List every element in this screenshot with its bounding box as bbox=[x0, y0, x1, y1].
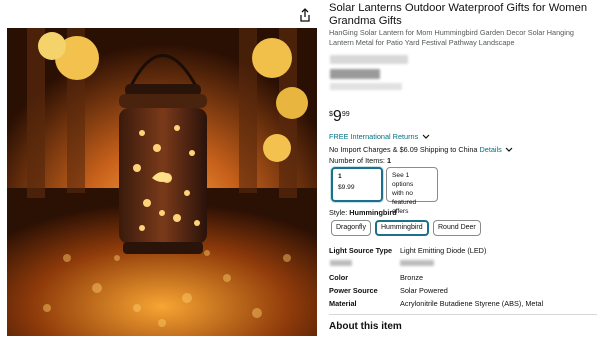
spec-value: Light Emitting Diode (LED) bbox=[400, 246, 487, 255]
quantity-option-price: $9.99 bbox=[338, 184, 355, 191]
details-link[interactable]: Details bbox=[480, 145, 502, 154]
import-text: No Import Charges & $6.09 Shipping to Ch… bbox=[329, 145, 478, 154]
redacted-block bbox=[400, 260, 434, 266]
spec-key: Color bbox=[329, 273, 349, 282]
product-image[interactable] bbox=[7, 28, 317, 336]
share-icon[interactable] bbox=[298, 8, 312, 22]
quantity-alt-line1: See 1 options bbox=[392, 172, 414, 188]
style-option-round-deer[interactable]: Round Deer bbox=[433, 220, 481, 236]
quantity-option-count: 1 bbox=[338, 173, 342, 180]
price-whole: 9 bbox=[332, 108, 342, 125]
spec-value: Acrylonitrile Butadiene Styrene (ABS), M… bbox=[400, 299, 544, 308]
spec-key: Power Source bbox=[329, 286, 378, 295]
style-option-hummingbird[interactable]: Hummingbird bbox=[375, 220, 429, 236]
style-selected: Hummingbird bbox=[349, 208, 397, 217]
quantity-alt-line3: featured offers bbox=[392, 199, 417, 215]
quantity-option-alt[interactable]: See 1 options with no featured offers bbox=[386, 167, 438, 215]
spec-key: Material bbox=[329, 299, 357, 308]
quantity-alt-line2: with no bbox=[392, 190, 413, 197]
lantern-illustration bbox=[7, 28, 317, 336]
redacted-block bbox=[330, 55, 408, 64]
style-label: Style: bbox=[329, 208, 348, 217]
chevron-down-icon[interactable] bbox=[505, 147, 513, 153]
spec-key: Light Source Type bbox=[329, 246, 393, 255]
returns-label: FREE International Returns bbox=[329, 132, 419, 141]
quantity-option-selected[interactable]: 1 $9.99 bbox=[331, 167, 383, 202]
about-heading: About this item bbox=[329, 321, 402, 332]
style-option-dragonfly[interactable]: Dragonfly bbox=[331, 220, 371, 236]
quantity-label: Number of Items: bbox=[329, 156, 385, 165]
spec-value: Solar Powered bbox=[400, 286, 448, 295]
shipping-info: No Import Charges & $6.09 Shipping to Ch… bbox=[329, 145, 513, 154]
chevron-down-icon bbox=[422, 134, 430, 139]
quantity-value: 1 bbox=[387, 156, 392, 165]
divider bbox=[329, 314, 597, 315]
spec-value: Bronze bbox=[400, 273, 424, 282]
price: $ 9 99 bbox=[329, 108, 350, 126]
product-title: Solar Lanterns Outdoor Waterproof Gifts … bbox=[329, 2, 588, 27]
redacted-block bbox=[330, 260, 352, 266]
redacted-block bbox=[330, 83, 402, 90]
quantity-label-row: Number of Items: 1 bbox=[329, 156, 391, 165]
style-label-row: Style: Hummingbird bbox=[329, 208, 397, 217]
product-subtitle: HanGing Solar Lantern for Mom Hummingbir… bbox=[329, 28, 574, 47]
returns-link[interactable]: FREE International Returns bbox=[329, 132, 430, 141]
price-fraction: 99 bbox=[341, 111, 350, 118]
redacted-block bbox=[330, 69, 380, 79]
